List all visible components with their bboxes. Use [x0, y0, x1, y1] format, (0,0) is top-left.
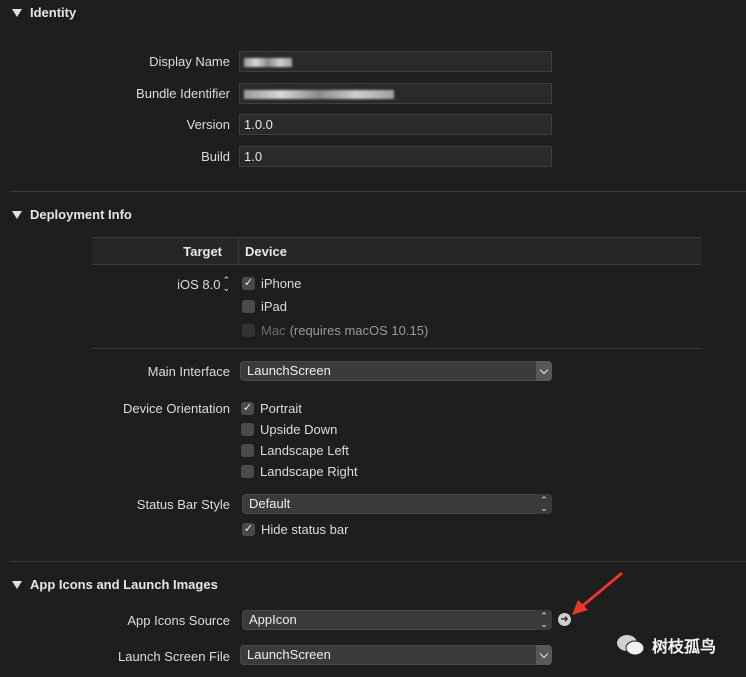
table-column-divider	[238, 237, 239, 265]
landscape-left-label: Landscape Left	[260, 443, 349, 458]
main-interface-combobox[interactable]: LaunchScreen	[240, 361, 552, 381]
upside-down-checkbox[interactable]: Upside Down	[241, 422, 337, 437]
hide-status-bar-checkbox[interactable]: ✓ Hide status bar	[242, 522, 348, 537]
ios-version-picker[interactable]: iOS 8.0 ⌃ ⌄	[177, 275, 230, 293]
checkmark-icon: ✓	[241, 402, 254, 415]
unchecked-box-icon	[241, 444, 254, 457]
mac-checkbox: Mac (requires macOS 10.15)	[242, 323, 428, 338]
unchecked-box-icon	[241, 423, 254, 436]
bundle-identifier-label: Bundle Identifier	[136, 86, 230, 101]
build-field[interactable]: 1.0	[239, 146, 552, 167]
version-field[interactable]: 1.0.0	[239, 114, 552, 135]
app-icons-source-value: AppIcon	[249, 612, 297, 627]
checkmark-icon: ✓	[242, 523, 255, 536]
device-column-header: Device	[245, 244, 287, 259]
hide-status-bar-label: Hide status bar	[261, 522, 349, 537]
iphone-checkbox[interactable]: ✓ iPhone	[242, 276, 301, 291]
iphone-label: iPhone	[261, 276, 302, 291]
table-bottom-divider	[92, 348, 701, 349]
checkmark-icon: ✓	[242, 277, 255, 290]
disclosure-triangle-icon[interactable]	[12, 580, 22, 589]
unchecked-box-icon	[241, 465, 254, 478]
watermark-text: 树枝孤鸟	[652, 637, 717, 656]
build-label: Build	[201, 149, 230, 164]
updown-arrows-icon[interactable]: ⌃ ⌄	[536, 610, 552, 630]
updown-stepper-icon: ⌃ ⌄	[222, 275, 230, 293]
updown-arrows-icon[interactable]: ⌃ ⌄	[536, 494, 552, 514]
status-bar-style-label: Status Bar Style	[136, 497, 230, 512]
deployment-section-header[interactable]: Deployment Info	[12, 207, 132, 222]
landscape-right-label: Landscape Right	[260, 464, 358, 479]
chevron-down-icon[interactable]	[536, 361, 552, 381]
launch-screen-file-combobox[interactable]: LaunchScreen	[240, 645, 552, 665]
unchecked-box-icon	[242, 300, 255, 313]
bundle-identifier-field[interactable]	[239, 83, 552, 104]
identity-header-label: Identity	[30, 5, 77, 20]
deployment-header-label: Deployment Info	[30, 207, 132, 222]
section-divider	[10, 191, 746, 192]
launch-screen-file-label: Launch Screen File	[117, 649, 230, 664]
ipad-label: iPad	[261, 299, 288, 314]
portrait-checkbox[interactable]: ✓ Portrait	[241, 401, 302, 416]
main-interface-label: Main Interface	[147, 364, 230, 379]
app-icons-header-label: App Icons and Launch Images	[30, 577, 218, 592]
watermark: 树枝孤鸟	[616, 632, 716, 658]
app-icons-source-popup[interactable]: AppIcon ⌃ ⌄	[242, 610, 552, 630]
redacted-bundle-identifier	[244, 90, 394, 100]
redacted-display-name	[244, 58, 292, 68]
ipad-checkbox[interactable]: iPad	[242, 299, 287, 314]
ios-version-value: iOS 8.0	[177, 276, 221, 292]
landscape-right-checkbox[interactable]: Landscape Right	[241, 464, 358, 479]
annotation-arrow-icon	[572, 571, 623, 615]
mac-label: Mac	[261, 323, 286, 338]
status-bar-style-popup[interactable]: Default ⌃ ⌄	[242, 494, 552, 514]
display-name-label: Display Name	[149, 54, 230, 69]
section-divider	[10, 561, 746, 562]
launch-screen-file-value: LaunchScreen	[247, 647, 331, 662]
unchecked-box-icon	[242, 324, 255, 337]
identity-section-header[interactable]: Identity	[12, 5, 76, 20]
landscape-left-checkbox[interactable]: Landscape Left	[241, 443, 349, 458]
portrait-label: Portrait	[260, 401, 302, 416]
target-column-header: Target	[183, 244, 222, 259]
wechat-logo-icon	[617, 635, 645, 656]
upside-down-label: Upside Down	[260, 422, 338, 437]
disclosure-triangle-icon[interactable]	[12, 210, 22, 219]
mac-requirement-note: (requires macOS 10.15)	[289, 323, 429, 338]
app-icons-source-label: App Icons Source	[127, 613, 230, 628]
status-bar-style-value: Default	[249, 496, 291, 511]
chevron-down-icon[interactable]	[536, 645, 552, 665]
app-icons-section-header[interactable]: App Icons and Launch Images	[12, 577, 218, 592]
device-orientation-label: Device Orientation	[123, 401, 230, 416]
display-name-field[interactable]	[239, 51, 552, 72]
disclosure-triangle-icon[interactable]	[12, 8, 22, 17]
main-interface-value: LaunchScreen	[247, 363, 331, 378]
version-label: Version	[186, 117, 230, 132]
